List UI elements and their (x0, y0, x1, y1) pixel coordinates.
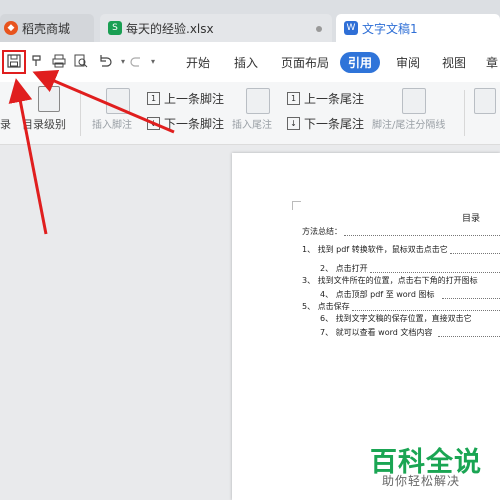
picture-icon (474, 88, 496, 114)
prev-endnote-icon: 1 (287, 92, 300, 105)
toc-line: 6、 找到文字文稿的保存位置，直接双击它 (320, 314, 472, 323)
ribbon-divider (464, 90, 465, 136)
insert-footnote-icon (106, 88, 130, 114)
format-painter-icon (32, 55, 41, 66)
print-icon (52, 54, 66, 68)
margin-corner-mark (292, 201, 301, 210)
insert-footnote-button[interactable]: 插入脚注 (92, 116, 132, 131)
prev-footnote-button[interactable]: 1 上一条脚注 (147, 90, 224, 107)
toc-line: 4、 点击顶部 pdf 至 word 图标 (320, 290, 435, 299)
next-endnote-icon: ↓ (287, 117, 300, 130)
save-highlight-box (2, 50, 26, 74)
toc-leader (344, 235, 500, 236)
prev-footnote-icon: 1 (147, 92, 160, 105)
print-preview-button[interactable] (72, 52, 90, 70)
toc-line: 方法总结： (302, 227, 342, 236)
undo-button[interactable] (96, 52, 114, 70)
prev-endnote-button[interactable]: 1 上一条尾注 (287, 90, 364, 107)
toc-line: 5、 点击保存 (302, 302, 350, 311)
toc-line: 7、 就可以查看 word 文档内容 (320, 328, 433, 337)
docer-icon: ◆ (4, 21, 18, 35)
toc-line: 2、 点击打开 (320, 264, 368, 273)
toc-leader (442, 298, 500, 299)
unsaved-dot-icon (316, 26, 322, 32)
toc-leader (450, 253, 500, 254)
insert-endnote-button[interactable]: 插入尾注 (232, 116, 272, 131)
menu-insert[interactable]: 插入 (234, 54, 258, 71)
tab-label: 文字文稿1 (362, 21, 418, 36)
ribbon: 录 目录级别 插入脚注 1 上一条脚注 ↓ 下一条脚注 插入尾注 1 上一条尾注… (0, 82, 500, 145)
toc-level-button[interactable]: 目录级别 (22, 116, 66, 132)
tab-label: 稻壳商城 (22, 21, 71, 36)
toc-line: 3、 找到文件所在的位置，点击右下角的打开图标 (302, 276, 478, 285)
undo-icon (100, 55, 112, 67)
next-footnote-button[interactable]: ↓ 下一条脚注 (147, 115, 224, 132)
menu-review[interactable]: 审阅 (396, 54, 420, 71)
separator-icon (402, 88, 426, 114)
redo-icon (130, 57, 140, 67)
prev-endnote-label: 上一条尾注 (304, 92, 365, 106)
tab-docer[interactable]: ◆ 稻壳商城 (0, 14, 94, 42)
footnote-separator-button[interactable]: 脚注/尾注分隔线 (372, 116, 445, 131)
more-dropdown-icon[interactable]: ▾ (144, 52, 162, 70)
menu-home[interactable]: 开始 (186, 54, 210, 71)
menu-toolbar: ▾ ▾ 开始 插入 页面布局 引用 审阅 视图 章 (0, 42, 500, 83)
menu-view[interactable]: 视图 (442, 54, 466, 71)
menu-chapter[interactable]: 章 (486, 54, 498, 71)
next-footnote-label: 下一条脚注 (164, 117, 225, 131)
menu-page-layout[interactable]: 页面布局 (281, 54, 329, 71)
tab-spreadsheet[interactable]: S 每天的经验.xlsx (100, 14, 332, 42)
next-endnote-button[interactable]: ↓ 下一条尾注 (287, 115, 364, 132)
toc-leader (438, 336, 500, 337)
tab-writer[interactable]: W 文字文稿1 (336, 14, 500, 42)
spreadsheet-icon: S (108, 21, 122, 35)
toc-leader (352, 310, 500, 311)
print-button[interactable] (50, 52, 68, 70)
writer-icon: W (344, 21, 358, 35)
menu-references[interactable]: 引用 (340, 52, 381, 73)
watermark-subtitle: 助你轻松解决 (382, 474, 461, 488)
next-endnote-label: 下一条尾注 (304, 117, 365, 131)
tab-bar: ◆ 稻壳商城 S 每天的经验.xlsx W 文字文稿1 (0, 0, 500, 42)
toc-level-icon (38, 86, 60, 112)
toc-title: 目录 (462, 214, 481, 224)
print-preview-icon (74, 54, 88, 68)
toc-line: 1、 找到 pdf 转换软件，鼠标双击点击它 (302, 245, 448, 254)
insert-endnote-icon (246, 88, 270, 114)
prev-footnote-label: 上一条脚注 (164, 92, 225, 106)
format-painter-button[interactable] (28, 52, 46, 70)
toc-button-label[interactable]: 录 (0, 116, 11, 132)
tab-label: 每天的经验.xlsx (126, 21, 214, 36)
toc-leader (370, 272, 500, 273)
ribbon-divider (80, 90, 81, 136)
next-footnote-icon: ↓ (147, 117, 160, 130)
